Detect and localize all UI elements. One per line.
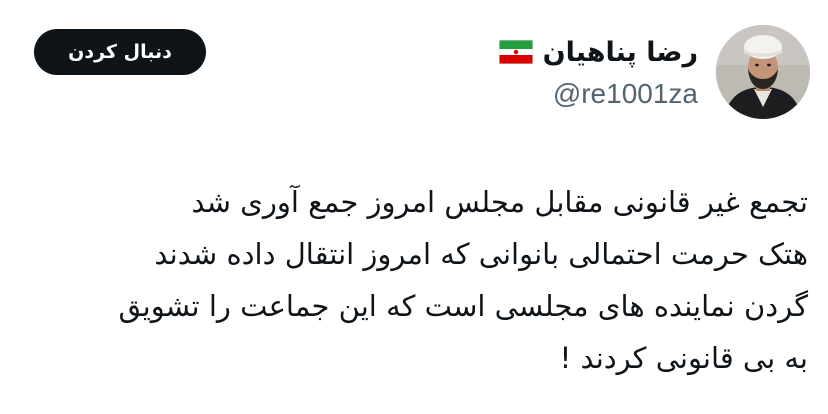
tweet-text: تجمع غیر قانونی مقابل مجلس امروز جمع آور… [18, 176, 808, 384]
avatar[interactable] [716, 25, 810, 119]
author-display-name[interactable]: رضا پناهیان [543, 37, 698, 68]
tweet-text-line: هتک حرمت احتمالی بانوانی که امروز انتقال… [154, 237, 808, 271]
iran-flag-icon [498, 40, 533, 64]
tweet-text-line: به بی قانونی کردند ! [559, 341, 808, 375]
tweet-text-line: گردن نماینده های مجلسی است که این جماعت … [118, 289, 808, 323]
avatar-image [716, 25, 810, 119]
follow-button[interactable]: دنبال کردن [34, 29, 206, 75]
author-name-row: رضا پناهیان [498, 32, 698, 72]
tweet-text-line: تجمع غیر قانونی مقابل مجلس امروز جمع آور… [191, 185, 808, 219]
tweet-card: رضا پناهیان @re1001za دنبال کردن تجمع غی… [0, 0, 828, 414]
author-handle[interactable]: @re1001za [553, 78, 698, 110]
